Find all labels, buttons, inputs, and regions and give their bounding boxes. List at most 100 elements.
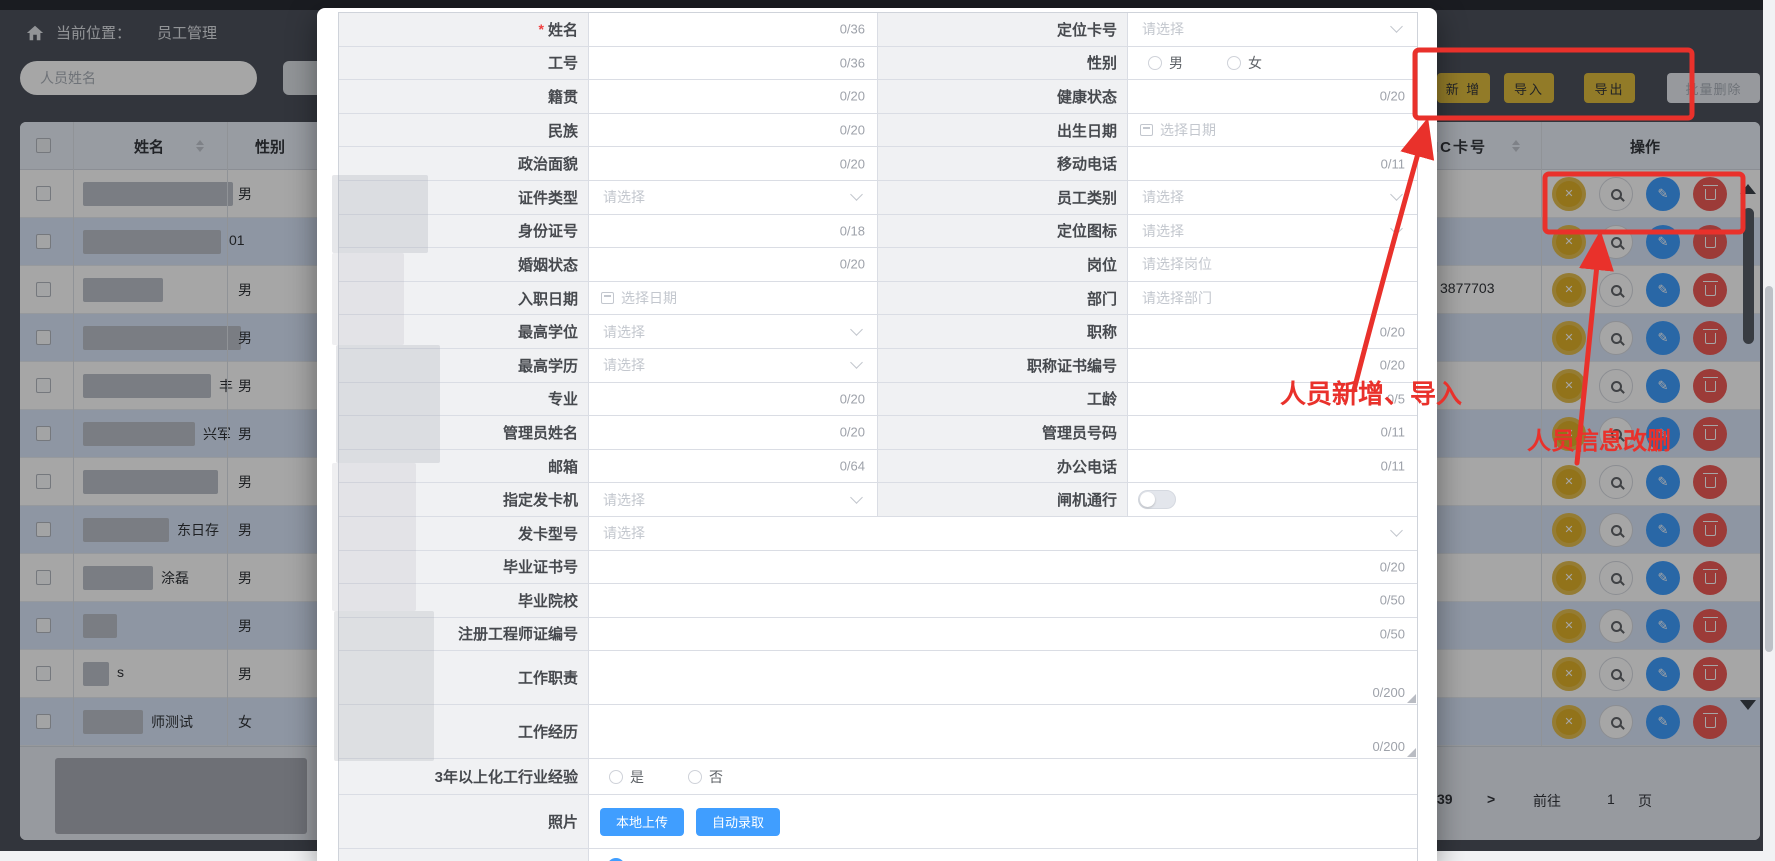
employee-form: *姓名0/36定位卡号请选择工号0/36性别男女籍贯0/20健康状态0/20民族… — [338, 12, 1418, 861]
form-label: 性别 — [878, 47, 1128, 80]
form-label-text: 移动电话 — [1057, 153, 1117, 174]
form-field-input[interactable]: 0/20 — [1128, 349, 1417, 382]
form-field-input[interactable]: 0/11 — [1128, 416, 1417, 449]
form-row: 毕业证书号0/20 — [339, 551, 1417, 585]
form-row: 证件类型请选择员工类别请选择 — [339, 181, 1417, 215]
form-label: 岗位 — [878, 248, 1128, 281]
char-counter: 0/18 — [840, 223, 865, 238]
char-counter: 0/20 — [840, 391, 865, 406]
form-field-input[interactable]: 0/20 — [589, 383, 878, 416]
gate-pass-toggle[interactable] — [1138, 490, 1176, 509]
char-counter: 0/50 — [1380, 593, 1405, 608]
chevron-down-icon — [850, 188, 863, 201]
form-field-textarea[interactable]: 0/200 — [589, 651, 1417, 704]
form-field-input[interactable]: 0/20 — [1128, 80, 1417, 113]
chevron-down-icon — [1390, 222, 1403, 235]
form-field-select-plain[interactable]: 请选择部门 — [1128, 282, 1417, 315]
form-row: 管理员姓名0/20管理员号码0/11 — [339, 416, 1417, 450]
form-label: 毕业证书号 — [339, 551, 589, 584]
form-field-select[interactable]: 请选择 — [1128, 181, 1417, 214]
form-label: 定位图标 — [878, 215, 1128, 248]
form-field-input[interactable]: 0/20 — [589, 551, 1417, 584]
photo-capture-button[interactable]: 自动录取 — [696, 808, 780, 836]
select-placeholder: 请选择 — [603, 490, 645, 510]
form-label: 定位卡号 — [878, 13, 1128, 46]
form-field-input[interactable]: 0/11 — [1128, 147, 1417, 180]
form-label: 员工类别 — [878, 181, 1128, 214]
radio-option[interactable]: 男 — [1148, 53, 1183, 73]
form-row: 注册工程师证编号 0/50 — [339, 618, 1417, 652]
form-field-input[interactable]: 0/18 — [589, 215, 878, 248]
form-field-toggle[interactable] — [1128, 483, 1417, 516]
form-label-text: 注册工程师证编号 — [458, 623, 578, 644]
char-counter: 0/200 — [1372, 685, 1405, 700]
form-field-radio[interactable]: 男女 — [1128, 47, 1417, 80]
scrollbar-thumb[interactable] — [1765, 286, 1773, 652]
form-field-buttons[interactable]: 本地上传自动录取 — [589, 795, 1417, 848]
form-label-text: 职称 — [1087, 321, 1117, 342]
form-label-text: 定位卡号 — [1057, 19, 1117, 40]
form-label-text: 办公电话 — [1057, 456, 1117, 477]
form-field-input[interactable]: 0/20 — [589, 416, 878, 449]
form-label: 工作职责 — [339, 651, 589, 704]
form-label-text: 身份证号 — [518, 220, 578, 241]
form-field-select[interactable]: 请选择 — [589, 315, 878, 348]
form-row: 工作经历0/200 — [339, 705, 1417, 759]
form-row: 指定发卡机请选择闸机通行 — [339, 483, 1417, 517]
form-field-select[interactable]: 请选择 — [1128, 13, 1417, 46]
form-field-input[interactable]: 0/64 — [589, 450, 878, 483]
resize-handle-icon — [1407, 748, 1416, 757]
form-label-text: 工龄 — [1087, 388, 1117, 409]
radio-label: 女 — [1248, 53, 1262, 73]
form-label: 毕业院校 — [339, 584, 589, 617]
form-field-select[interactable]: 请选择 — [589, 483, 878, 516]
select-placeholder: 请选择部门 — [1142, 288, 1212, 308]
form-field-input[interactable]: 0/20 — [589, 147, 878, 180]
toggle-knob — [1140, 492, 1155, 507]
form-label: 邮箱 — [339, 450, 589, 483]
char-counter: 0/20 — [840, 89, 865, 104]
form-label: 3年以上化工行业经验 — [339, 759, 589, 794]
char-counter: 0/11 — [1381, 156, 1405, 171]
form-field-select[interactable]: 请选择 — [589, 517, 1417, 550]
char-counter: 0/20 — [1380, 324, 1405, 339]
photo-upload-button[interactable]: 本地上传 — [600, 808, 684, 836]
date-placeholder: 选择日期 — [621, 288, 677, 308]
radio-option[interactable]: 女 — [1227, 53, 1262, 73]
browser-scrollbar-vertical[interactable] — [1763, 0, 1775, 851]
form-label-text: 最高学历 — [518, 355, 578, 376]
form-label: 工号 — [339, 47, 589, 80]
form-field-input[interactable]: 0/11 — [1128, 450, 1417, 483]
form-field-input[interactable]: 0/5 — [1128, 383, 1417, 416]
form-field-input[interactable]: 0/20 — [589, 80, 878, 113]
form-field-radio[interactable]: 是否 — [589, 759, 1417, 794]
form-field-input[interactable]: 0/36 — [589, 13, 878, 46]
form-row: 专业 0/20 工龄 0/5 — [339, 383, 1417, 417]
form-field-input[interactable]: 0/20 — [589, 248, 878, 281]
form-field-select[interactable]: 请选择 — [589, 349, 878, 382]
form-label: 专业 — [339, 383, 589, 416]
form-field-input[interactable]: 0/20 — [589, 114, 878, 147]
form-field-input[interactable]: 0/20 — [1128, 315, 1417, 348]
form-field-date[interactable]: 选择日期 — [589, 282, 878, 315]
form-label: 籍贯 — [339, 80, 589, 113]
form-field-select-plain[interactable]: 请选择岗位 — [1128, 248, 1417, 281]
radio-option[interactable]: 是 — [609, 767, 644, 787]
form-field-input[interactable]: 0/36 — [589, 47, 878, 80]
select-placeholder: 请选择 — [603, 523, 645, 543]
form-field-input[interactable]: 0/50 — [589, 584, 1417, 617]
form-field-select[interactable]: 请选择 — [589, 181, 878, 214]
form-field-date[interactable]: 选择日期 — [1128, 114, 1417, 147]
char-counter: 0/20 — [1380, 358, 1405, 373]
char-counter: 0/50 — [1380, 626, 1405, 641]
form-field-select[interactable]: 请选择 — [1128, 215, 1417, 248]
form-label: 出生日期 — [878, 114, 1128, 147]
form-label-text: 指定发卡机 — [503, 489, 578, 510]
form-label: 民族 — [339, 114, 589, 147]
form-field-input[interactable]: 0/50 — [589, 618, 1417, 651]
form-label-text: 管理员号码 — [1042, 422, 1117, 443]
form-label: 工龄 — [878, 383, 1128, 416]
radio-option[interactable]: 否 — [688, 767, 723, 787]
required-asterisk: * — [539, 21, 544, 37]
form-field-textarea[interactable]: 0/200 — [589, 705, 1417, 758]
